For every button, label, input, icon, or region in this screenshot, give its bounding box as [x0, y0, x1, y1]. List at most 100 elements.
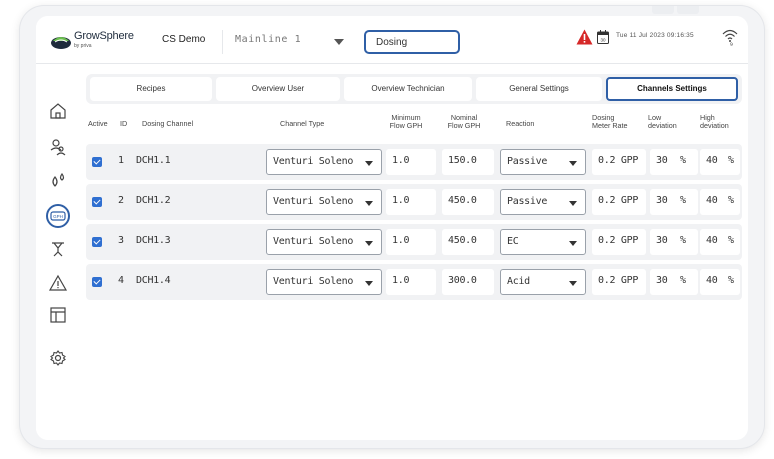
col-meter-rate-line2: Meter Rate: [592, 121, 628, 130]
reaction-select[interactable]: Passive: [500, 189, 586, 215]
col-min-flow: Minimum Flow GPH: [386, 114, 426, 130]
col-dosing-channel: Dosing Channel: [142, 119, 194, 128]
reaction-value: Acid: [507, 276, 530, 287]
tab-general-settings[interactable]: General Settings: [476, 77, 602, 101]
app-logo[interactable]: GrowSphere by priva: [50, 30, 146, 54]
active-checkbox[interactable]: [92, 157, 102, 167]
col-min-flow-line2: Flow GPH: [389, 121, 423, 130]
high-deviation-input[interactable]: 40%: [700, 269, 740, 295]
chevron-down-icon: [365, 241, 373, 246]
high-deviation-input[interactable]: 40%: [700, 189, 740, 215]
sidebar-item-nutrients[interactable]: [47, 170, 69, 192]
row-channel: DCH1.2: [136, 195, 171, 206]
meter-rate-input[interactable]: 0.2 GPP: [592, 149, 646, 175]
nominal-flow-input[interactable]: 300.0: [442, 269, 494, 295]
low-deviation-input[interactable]: 30%: [650, 189, 698, 215]
dosing-select[interactable]: Dosing: [364, 30, 460, 54]
col-active: Active: [88, 119, 108, 128]
settings-gear-icon: [50, 350, 66, 366]
sidebar-item-dosing[interactable]: GPH: [46, 204, 70, 228]
sidebar-item-home[interactable]: [47, 100, 69, 122]
top-bar: GrowSphere by priva CS Demo Mainline 1 D…: [36, 16, 748, 64]
nominal-flow-input[interactable]: 450.0: [442, 229, 494, 255]
sidebar-item-layout[interactable]: [47, 304, 69, 326]
min-flow-input[interactable]: 1.0: [386, 189, 436, 215]
row-channel: DCH1.1: [136, 155, 171, 166]
mainline-value: Mainline 1: [235, 34, 302, 45]
sidebar-item-settings[interactable]: [47, 347, 69, 369]
frame-notch-left: [652, 6, 674, 14]
reaction-select[interactable]: EC: [500, 229, 586, 255]
channel-type-select[interactable]: Venturi Soleno: [266, 149, 382, 175]
logo-subtext: by priva: [74, 43, 92, 49]
stage: GrowSphere by priva CS Demo Mainline 1 D…: [0, 0, 774, 459]
mainline-select[interactable]: Mainline 1: [222, 30, 352, 54]
channel-type-select[interactable]: Venturi Soleno: [266, 269, 382, 295]
row-channel: DCH1.3: [136, 235, 171, 246]
logo-globe-icon: [51, 37, 71, 49]
alert-triangle-icon[interactable]: [576, 29, 593, 45]
low-deviation-input[interactable]: 30%: [650, 269, 698, 295]
channel-type-select[interactable]: Venturi Soleno: [266, 189, 382, 215]
app-screen: GrowSphere by priva CS Demo Mainline 1 D…: [36, 16, 748, 440]
low-deviation-input[interactable]: 30%: [650, 149, 698, 175]
meter-rate-input[interactable]: 0.2 GPP: [592, 189, 646, 215]
sidebar: GPH: [36, 64, 80, 440]
chevron-down-icon: [569, 281, 577, 286]
chevron-down-icon: [365, 161, 373, 166]
site-name[interactable]: CS Demo: [162, 34, 205, 45]
high-deviation-value: 40: [706, 275, 718, 286]
channel-type-value: Venturi Soleno: [273, 276, 354, 287]
gph-label: GPH: [53, 214, 63, 219]
col-low-deviation-line2: deviation: [648, 121, 677, 130]
min-flow-input[interactable]: 1.0: [386, 269, 436, 295]
date-time: Tue 11 Jul 2023 09:16:35: [616, 32, 694, 39]
percent-unit: %: [680, 195, 686, 206]
tab-recipes[interactable]: Recipes: [90, 77, 212, 101]
min-flow-input[interactable]: 1.0: [386, 149, 436, 175]
wifi-icon[interactable]: [722, 28, 738, 44]
row-id: 3: [118, 235, 124, 246]
sidebar-item-irrigation[interactable]: [47, 238, 69, 260]
col-nominal-flow: Nominal Flow GPH: [444, 114, 484, 130]
channel-type-value: Venturi Soleno: [273, 156, 354, 167]
chevron-down-icon: [365, 201, 373, 206]
channel-type-value: Venturi Soleno: [273, 196, 354, 207]
meter-rate-input[interactable]: 0.2 GPP: [592, 269, 646, 295]
sidebar-item-alarms[interactable]: [47, 272, 69, 294]
frame-notch-right: [677, 6, 699, 14]
row-id: 1: [118, 155, 124, 166]
high-deviation-input[interactable]: 40%: [700, 229, 740, 255]
percent-unit: %: [680, 155, 686, 166]
chevron-down-icon: [569, 201, 577, 206]
row-id: 2: [118, 195, 124, 206]
active-checkbox[interactable]: [92, 197, 102, 207]
tab-channels-settings[interactable]: Channels Settings: [606, 77, 738, 101]
channel-type-select[interactable]: Venturi Soleno: [266, 229, 382, 255]
chevron-down-icon: [365, 281, 373, 286]
chevron-down-icon: [334, 39, 344, 45]
percent-unit: %: [680, 275, 686, 286]
active-checkbox[interactable]: [92, 277, 102, 287]
meter-rate-input[interactable]: 0.2 GPP: [592, 229, 646, 255]
active-checkbox[interactable]: [92, 237, 102, 247]
layout-icon: [50, 307, 66, 323]
table-row: 3 DCH1.3 Venturi Soleno 1.0 450.0 EC 0.2…: [86, 224, 742, 260]
sidebar-item-users[interactable]: [47, 136, 69, 158]
nominal-flow-input[interactable]: 450.0: [442, 189, 494, 215]
low-deviation-input[interactable]: 30%: [650, 229, 698, 255]
tab-overview-user[interactable]: Overview User: [216, 77, 340, 101]
nominal-flow-input[interactable]: 150.0: [442, 149, 494, 175]
percent-unit: %: [728, 235, 734, 246]
droplets-icon: [52, 172, 65, 187]
irrigation-icon: [52, 242, 64, 257]
logo-text: GrowSphere: [74, 30, 134, 42]
reaction-select[interactable]: Acid: [500, 269, 586, 295]
min-flow-input[interactable]: 1.0: [386, 229, 436, 255]
gph-dosing-icon: GPH: [50, 211, 66, 221]
high-deviation-input[interactable]: 40%: [700, 149, 740, 175]
reaction-select[interactable]: Passive: [500, 149, 586, 175]
tab-overview-technician[interactable]: Overview Technician: [344, 77, 472, 101]
table-row: 4 DCH1.4 Venturi Soleno 1.0 300.0 Acid 0…: [86, 264, 742, 300]
calendar-icon: 30: [597, 30, 609, 44]
